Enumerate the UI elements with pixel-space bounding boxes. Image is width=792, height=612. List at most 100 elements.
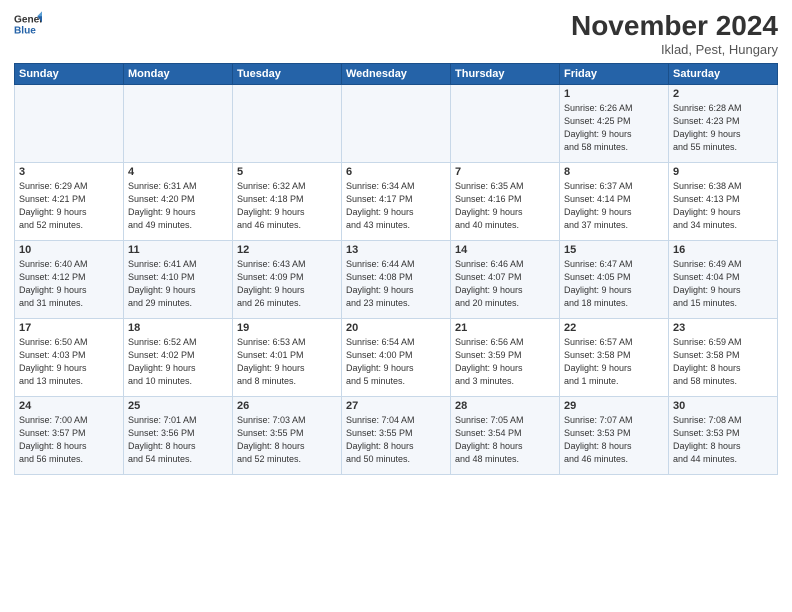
day-info: Sunrise: 6:29 AM Sunset: 4:21 PM Dayligh… [19,180,119,232]
day-info: Sunrise: 6:50 AM Sunset: 4:03 PM Dayligh… [19,336,119,388]
day-info: Sunrise: 7:04 AM Sunset: 3:55 PM Dayligh… [346,414,446,466]
calendar-cell: 29 Sunrise: 7:07 AM Sunset: 3:53 PM Dayli… [560,397,669,475]
calendar-header-row: SundayMondayTuesdayWednesdayThursdayFrid… [15,64,778,85]
calendar-cell: 13Sunrise: 6:44 AM Sunset: 4:08 PM Dayli… [342,241,451,319]
day-info: Sunrise: 6:56 AM Sunset: 3:59 PM Dayligh… [455,336,555,388]
calendar-cell: 27 Sunrise: 7:04 AM Sunset: 3:55 PM Dayli… [342,397,451,475]
day-info: Sunrise: 6:40 AM Sunset: 4:12 PM Dayligh… [19,258,119,310]
day-number: 27 [346,400,446,412]
calendar-week-row: 3 Sunrise: 6:29 AM Sunset: 4:21 PM Daylig… [15,163,778,241]
calendar-cell: 3 Sunrise: 6:29 AM Sunset: 4:21 PM Daylig… [15,163,124,241]
day-number: 6 [346,166,446,178]
title-block: November 2024 Iklad, Pest, Hungary [571,10,778,57]
col-header-tuesday: Tuesday [233,64,342,85]
calendar-week-row: 1 Sunrise: 6:26 AM Sunset: 4:25 PM Daylig… [15,85,778,163]
day-info: Sunrise: 6:37 AM Sunset: 4:14 PM Dayligh… [564,180,664,232]
day-number: 22 [564,322,664,334]
col-header-friday: Friday [560,64,669,85]
day-number: 17 [19,322,119,334]
day-number: 9 [673,166,773,178]
calendar-cell [233,85,342,163]
calendar-cell [342,85,451,163]
day-number: 25 [128,400,228,412]
calendar-cell: 1 Sunrise: 6:26 AM Sunset: 4:25 PM Daylig… [560,85,669,163]
day-info: Sunrise: 6:31 AM Sunset: 4:20 PM Dayligh… [128,180,228,232]
calendar-cell: 10 Sunrise: 6:40 AM Sunset: 4:12 PM Dayli… [15,241,124,319]
day-number: 3 [19,166,119,178]
day-number: 11 [128,244,228,256]
calendar-cell [451,85,560,163]
logo: General Blue [14,10,42,38]
calendar-cell: 2Sunrise: 6:28 AM Sunset: 4:23 PM Daylig… [669,85,778,163]
calendar-cell: 7 Sunrise: 6:35 AM Sunset: 4:16 PM Daylig… [451,163,560,241]
day-number: 15 [564,244,664,256]
day-info: Sunrise: 7:01 AM Sunset: 3:56 PM Dayligh… [128,414,228,466]
calendar-cell: 26 Sunrise: 7:03 AM Sunset: 3:55 PM Dayli… [233,397,342,475]
calendar-cell: 19Sunrise: 6:53 AM Sunset: 4:01 PM Dayli… [233,319,342,397]
calendar-table: SundayMondayTuesdayWednesdayThursdayFrid… [14,63,778,475]
calendar-cell: 24 Sunrise: 7:00 AM Sunset: 3:57 PM Dayli… [15,397,124,475]
calendar-cell: 12 Sunrise: 6:43 AM Sunset: 4:09 PM Dayli… [233,241,342,319]
calendar-week-row: 17 Sunrise: 6:50 AM Sunset: 4:03 PM Dayli… [15,319,778,397]
day-info: Sunrise: 7:07 AM Sunset: 3:53 PM Dayligh… [564,414,664,466]
day-info: Sunrise: 6:32 AM Sunset: 4:18 PM Dayligh… [237,180,337,232]
calendar-cell: 18Sunrise: 6:52 AM Sunset: 4:02 PM Dayli… [124,319,233,397]
day-info: Sunrise: 6:59 AM Sunset: 3:58 PM Dayligh… [673,336,773,388]
day-info: Sunrise: 6:28 AM Sunset: 4:23 PM Dayligh… [673,102,773,154]
month-title: November 2024 [571,10,778,42]
day-info: Sunrise: 6:57 AM Sunset: 3:58 PM Dayligh… [564,336,664,388]
day-number: 12 [237,244,337,256]
day-number: 24 [19,400,119,412]
calendar-cell: 17 Sunrise: 6:50 AM Sunset: 4:03 PM Dayli… [15,319,124,397]
day-info: Sunrise: 7:00 AM Sunset: 3:57 PM Dayligh… [19,414,119,466]
calendar-cell: 16 Sunrise: 6:49 AM Sunset: 4:04 PM Dayli… [669,241,778,319]
calendar-cell [124,85,233,163]
calendar-cell: 5Sunrise: 6:32 AM Sunset: 4:18 PM Daylig… [233,163,342,241]
day-info: Sunrise: 6:44 AM Sunset: 4:08 PM Dayligh… [346,258,446,310]
col-header-monday: Monday [124,64,233,85]
col-header-wednesday: Wednesday [342,64,451,85]
calendar-cell: 25 Sunrise: 7:01 AM Sunset: 3:56 PM Dayli… [124,397,233,475]
col-header-sunday: Sunday [15,64,124,85]
day-info: Sunrise: 6:43 AM Sunset: 4:09 PM Dayligh… [237,258,337,310]
calendar-week-row: 24 Sunrise: 7:00 AM Sunset: 3:57 PM Dayli… [15,397,778,475]
calendar-cell: 6 Sunrise: 6:34 AM Sunset: 4:17 PM Daylig… [342,163,451,241]
day-number: 28 [455,400,555,412]
day-info: Sunrise: 6:26 AM Sunset: 4:25 PM Dayligh… [564,102,664,154]
day-info: Sunrise: 6:34 AM Sunset: 4:17 PM Dayligh… [346,180,446,232]
day-number: 4 [128,166,228,178]
col-header-thursday: Thursday [451,64,560,85]
location: Iklad, Pest, Hungary [571,42,778,57]
calendar-cell: 20 Sunrise: 6:54 AM Sunset: 4:00 PM Dayli… [342,319,451,397]
day-number: 26 [237,400,337,412]
day-number: 29 [564,400,664,412]
day-number: 1 [564,88,664,100]
day-number: 16 [673,244,773,256]
calendar-cell: 23 Sunrise: 6:59 AM Sunset: 3:58 PM Dayli… [669,319,778,397]
calendar-cell: 8Sunrise: 6:37 AM Sunset: 4:14 PM Daylig… [560,163,669,241]
calendar-cell: 21Sunrise: 6:56 AM Sunset: 3:59 PM Dayli… [451,319,560,397]
calendar-cell: 22 Sunrise: 6:57 AM Sunset: 3:58 PM Dayli… [560,319,669,397]
day-info: Sunrise: 6:53 AM Sunset: 4:01 PM Dayligh… [237,336,337,388]
header: General Blue November 2024 Iklad, Pest, … [14,10,778,57]
day-info: Sunrise: 7:05 AM Sunset: 3:54 PM Dayligh… [455,414,555,466]
day-info: Sunrise: 6:54 AM Sunset: 4:00 PM Dayligh… [346,336,446,388]
col-header-saturday: Saturday [669,64,778,85]
day-info: Sunrise: 6:41 AM Sunset: 4:10 PM Dayligh… [128,258,228,310]
day-number: 20 [346,322,446,334]
calendar-cell: 28 Sunrise: 7:05 AM Sunset: 3:54 PM Dayli… [451,397,560,475]
day-number: 14 [455,244,555,256]
day-info: Sunrise: 6:46 AM Sunset: 4:07 PM Dayligh… [455,258,555,310]
calendar-cell: 14 Sunrise: 6:46 AM Sunset: 4:07 PM Dayli… [451,241,560,319]
calendar-cell: 11 Sunrise: 6:41 AM Sunset: 4:10 PM Dayli… [124,241,233,319]
day-number: 10 [19,244,119,256]
day-info: Sunrise: 6:38 AM Sunset: 4:13 PM Dayligh… [673,180,773,232]
day-info: Sunrise: 7:03 AM Sunset: 3:55 PM Dayligh… [237,414,337,466]
day-number: 7 [455,166,555,178]
svg-text:Blue: Blue [14,25,36,36]
day-number: 23 [673,322,773,334]
generalblue-logo-icon: General Blue [14,10,42,38]
day-info: Sunrise: 6:49 AM Sunset: 4:04 PM Dayligh… [673,258,773,310]
day-info: Sunrise: 6:35 AM Sunset: 4:16 PM Dayligh… [455,180,555,232]
calendar-week-row: 10 Sunrise: 6:40 AM Sunset: 4:12 PM Dayli… [15,241,778,319]
